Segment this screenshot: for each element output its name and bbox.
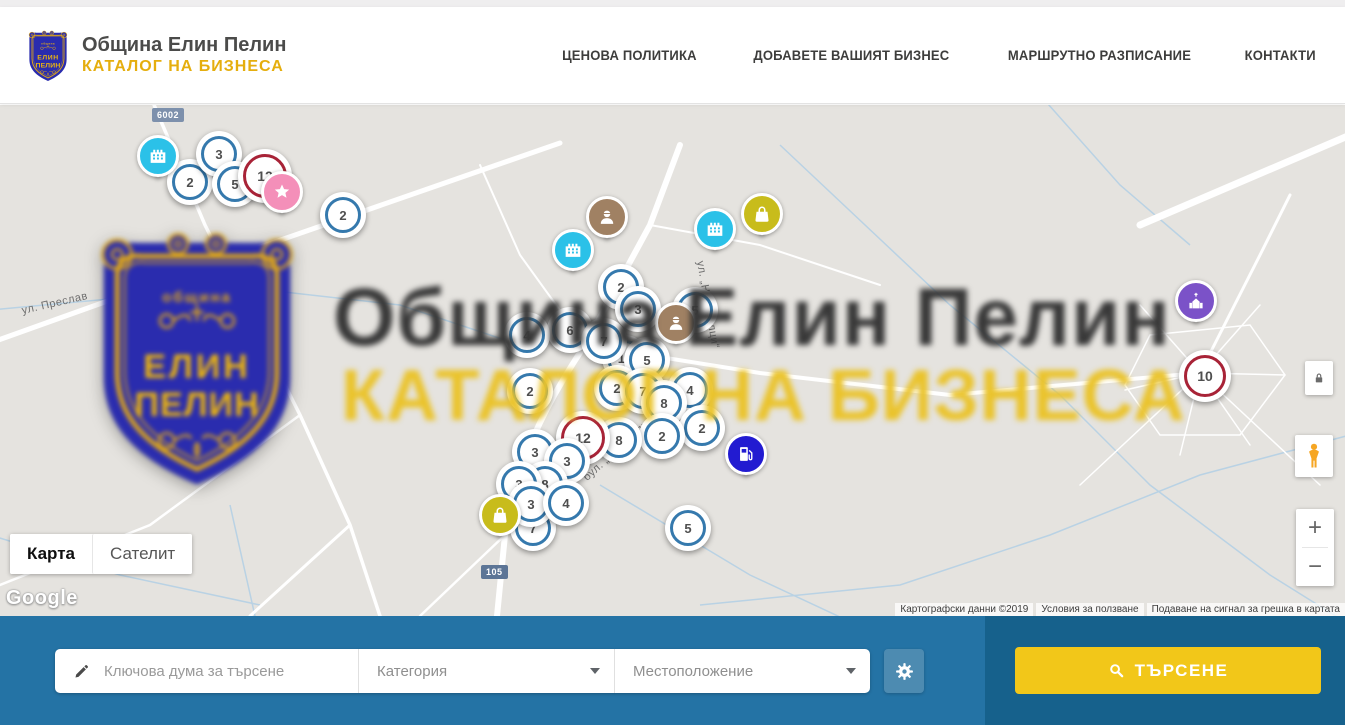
location-select[interactable]: Местоположение (614, 649, 870, 693)
search-fields: Категория Местоположение (55, 649, 870, 693)
map-cluster[interactable]: 2 (679, 405, 725, 451)
advanced-search-button[interactable] (884, 649, 924, 693)
map-pin-fuel[interactable] (725, 433, 767, 475)
map-cluster[interactable]: 4 (504, 312, 550, 358)
attribution-copyright: Картографски данни ©2019 (895, 603, 1033, 616)
map-cluster[interactable]: 2 (320, 192, 366, 238)
main-nav: ЦЕНОВА ПОЛИТИКА ДОБАВЕТЕ ВАШИЯТ БИЗНЕС М… (557, 47, 1320, 63)
google-logo[interactable]: Google (6, 587, 78, 610)
map-cluster[interactable]: 10 (1179, 350, 1231, 402)
map-canvas[interactable]: ул. Преслав бул. „Новоселци“ ул. „Новосе… (0, 105, 1345, 616)
keyword-input[interactable] (102, 662, 358, 681)
map-type-map-button[interactable]: Карта (10, 534, 92, 574)
pegman-button[interactable] (1295, 435, 1333, 477)
brand-logo[interactable]: Община Елин Пелин КАТАЛОГ НА БИЗНЕСА (25, 27, 286, 84)
gear-icon (894, 661, 915, 682)
location-select-label: Местоположение (633, 663, 753, 680)
map-pin-bag[interactable] (741, 193, 783, 235)
markers-layer: 13723512223564752274822812338334510 (0, 105, 1345, 616)
keyword-field (55, 649, 358, 693)
map-cluster[interactable]: 2 (639, 413, 685, 459)
map-cluster[interactable]: 2 (507, 368, 553, 414)
map-pin-worker[interactable] (655, 302, 697, 344)
map-cluster[interactable]: 5 (665, 505, 711, 551)
search-button-label: ТЪРСЕНЕ (1135, 661, 1229, 681)
zoom-out-button[interactable]: − (1296, 548, 1334, 586)
pegman-icon (1303, 442, 1325, 470)
map-pin-factory[interactable] (552, 229, 594, 271)
zoom-in-button[interactable]: + (1296, 509, 1334, 547)
chevron-down-icon (846, 668, 856, 674)
page: Община Елин Пелин КАТАЛОГ НА БИЗНЕСА ЦЕН… (0, 0, 1345, 725)
chevron-down-icon (590, 668, 600, 674)
attribution-report-error-link[interactable]: Подаване на сигнал за грешка в картата (1147, 603, 1345, 616)
lock-button[interactable] (1305, 361, 1333, 395)
pencil-icon (73, 663, 90, 680)
brand-text: Община Елин Пелин КАТАЛОГ НА БИЗНЕСА (82, 33, 286, 77)
category-select-label: Категория (377, 663, 447, 680)
map-cluster[interactable]: 4 (543, 480, 589, 526)
site-subtitle: КАТАЛОГ НА БИЗНЕСА (82, 57, 286, 77)
nav-pricing-policy[interactable]: ЦЕНОВА ПОЛИТИКА (562, 47, 697, 63)
municipality-crest-logo (25, 27, 71, 84)
zoom-control: + − (1296, 509, 1334, 586)
header: Община Елин Пелин КАТАЛОГ НА БИЗНЕСА ЦЕН… (0, 7, 1345, 104)
site-title: Община Елин Пелин (82, 33, 286, 57)
map-cluster[interactable]: 7 (581, 318, 627, 364)
map-attribution: Картографски данни ©2019 Условия за полз… (892, 602, 1345, 616)
top-strip (0, 0, 1345, 7)
attribution-terms-link[interactable]: Условия за ползване (1036, 603, 1143, 616)
search-bar: Категория Местоположение (0, 616, 1345, 725)
map-cluster[interactable]: 3 (615, 286, 661, 332)
nav-route-schedule[interactable]: МАРШРУТНО РАЗПИСАНИЕ (1007, 47, 1190, 63)
map-type-satellite-button[interactable]: Сателит (92, 534, 192, 574)
nav-contacts[interactable]: КОНТАКТИ (1244, 47, 1315, 63)
map-pin-star[interactable] (261, 171, 303, 213)
lock-icon (1312, 370, 1326, 386)
map-pin-church[interactable] (1175, 280, 1217, 322)
map-pin-factory[interactable] (694, 208, 736, 250)
map-pin-worker[interactable] (586, 196, 628, 238)
nav-add-your-business[interactable]: ДОБАВЕТЕ ВАШИЯТ БИЗНЕС (753, 47, 949, 63)
search-button[interactable]: ТЪРСЕНЕ (1015, 647, 1321, 694)
map-pin-bag[interactable] (479, 494, 521, 536)
map-pin-factory[interactable] (137, 135, 179, 177)
category-select[interactable]: Категория (358, 649, 614, 693)
map-type-control: Карта Сателит (10, 534, 192, 574)
search-icon (1108, 662, 1125, 679)
